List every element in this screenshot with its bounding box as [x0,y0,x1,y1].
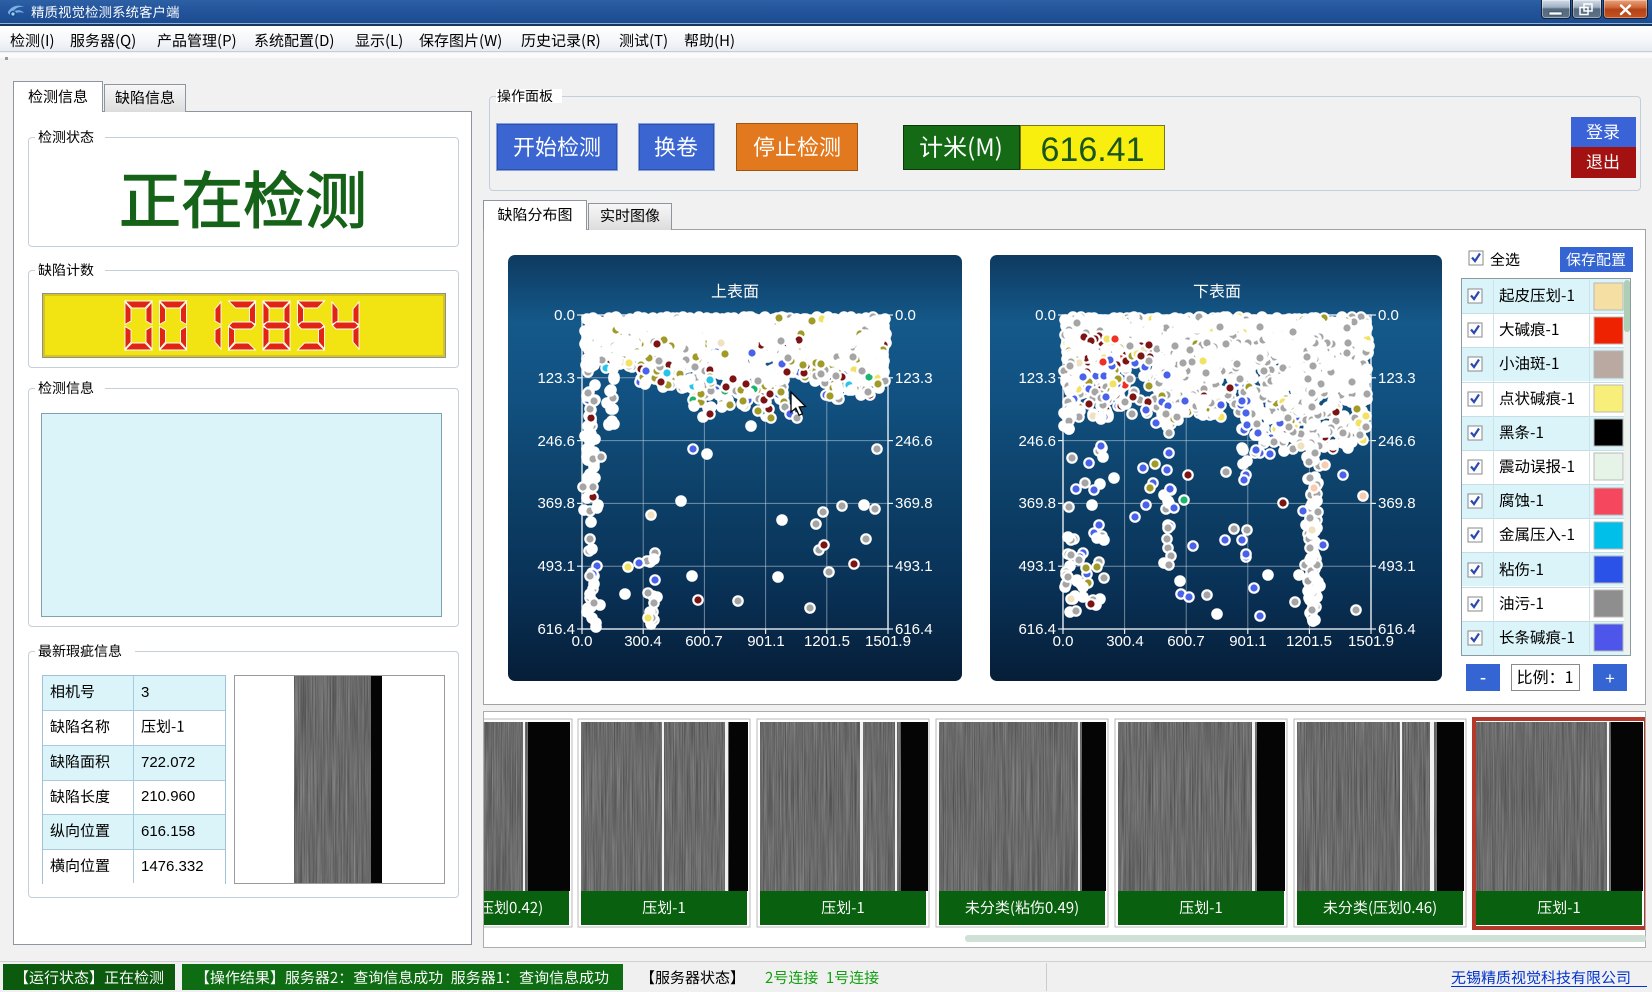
svg-text:300.4: 300.4 [1106,633,1144,650]
svg-text:1201.5: 1201.5 [1286,633,1332,650]
svg-text:300.4: 300.4 [624,633,662,650]
svg-text:493.1: 493.1 [1018,558,1056,575]
svg-text:493.1: 493.1 [1378,558,1416,575]
svg-text:369.8: 369.8 [537,495,575,512]
svg-text:369.8: 369.8 [895,495,933,512]
svg-text:246.6: 246.6 [895,433,933,450]
svg-text:0.0: 0.0 [895,307,916,324]
svg-text:616.4: 616.4 [1018,621,1056,638]
svg-text:0.0: 0.0 [554,307,575,324]
svg-text:901.1: 901.1 [1229,633,1267,650]
svg-text:1501.9: 1501.9 [865,633,911,650]
svg-text:-: - [1480,668,1486,689]
svg-text:0.0: 0.0 [1035,307,1056,324]
svg-text:123.3: 123.3 [895,370,933,387]
svg-text:369.8: 369.8 [1378,495,1416,512]
svg-text:0.0: 0.0 [1053,633,1074,650]
svg-text:0.0: 0.0 [572,633,593,650]
svg-text:1201.5: 1201.5 [804,633,850,650]
svg-text:0.0: 0.0 [1378,307,1399,324]
svg-text:246.6: 246.6 [1018,433,1056,450]
svg-text:600.7: 600.7 [1167,633,1205,650]
svg-text:1501.9: 1501.9 [1348,633,1394,650]
svg-text:493.1: 493.1 [895,558,933,575]
svg-text:+: + [1605,669,1615,688]
svg-text:246.6: 246.6 [537,433,575,450]
svg-text:616.4: 616.4 [537,621,575,638]
svg-text:123.3: 123.3 [537,370,575,387]
svg-text:901.1: 901.1 [747,633,785,650]
svg-text:246.6: 246.6 [1378,433,1416,450]
svg-text:493.1: 493.1 [537,558,575,575]
svg-text:369.8: 369.8 [1018,495,1056,512]
svg-text:600.7: 600.7 [685,633,723,650]
svg-text:123.3: 123.3 [1018,370,1056,387]
svg-text:123.3: 123.3 [1378,370,1416,387]
